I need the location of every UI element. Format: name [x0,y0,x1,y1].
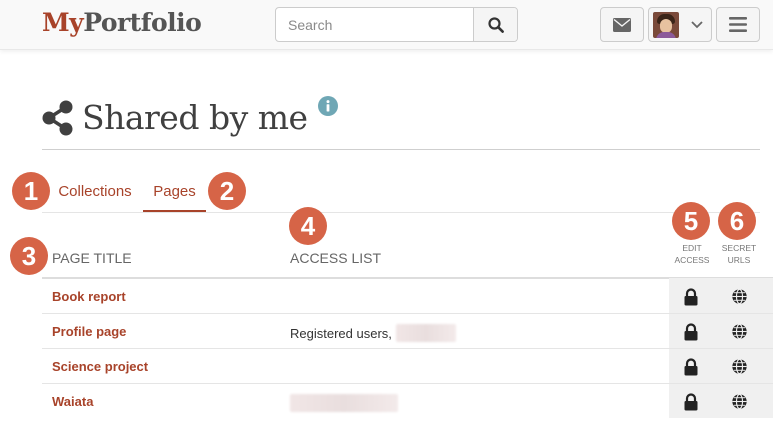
globe-icon[interactable] [731,358,748,375]
table-row: Waiata [42,384,773,419]
callout-badge-4: 4 [289,207,327,245]
column-header-access-list: Access list [290,250,382,266]
table-row: Profile page Registered users, [42,314,773,349]
page-link[interactable]: Waiata [52,394,93,409]
page-link[interactable]: Science project [52,359,148,374]
share-icon [42,100,73,135]
page-heading: Shared by me [42,95,308,140]
page-link[interactable]: Book report [52,289,126,304]
search-input[interactable] [276,8,474,41]
hamburger-icon [729,17,747,32]
callout-badge-1: 1 [12,172,50,210]
site-logo[interactable]: MyPortfolio [42,8,202,37]
main-menu-button[interactable] [716,7,760,42]
callout-badge-6: 6 [718,202,756,240]
search-button[interactable] [473,8,517,41]
globe-icon[interactable] [731,288,748,305]
lock-icon[interactable] [683,288,699,306]
column-header-edit-access: Edit access [674,243,710,265]
search-box [275,7,518,42]
table-row: Book report [42,279,773,314]
lock-icon[interactable] [683,393,699,411]
redacted-name [395,324,456,342]
avatar [653,11,679,38]
tabs-divider [42,212,760,213]
tab-collections[interactable]: Collections [47,176,143,212]
lock-icon[interactable] [683,358,699,376]
access-list-cell [290,394,398,412]
envelope-icon [613,17,631,32]
redacted-name [290,394,398,412]
callout-badge-3: 3 [10,237,48,275]
page-title: Shared by me [82,98,308,137]
tab-pages[interactable]: Pages [143,176,206,212]
column-header-secret-urls: Secret URLs [721,243,757,265]
access-list-cell: Registered users, [290,324,456,342]
table-row: Science project [42,349,773,384]
user-menu-button[interactable] [648,7,712,42]
search-icon [487,16,504,33]
globe-icon[interactable] [731,323,748,340]
callout-badge-5: 5 [672,202,710,240]
inbox-button[interactable] [600,7,644,42]
info-icon[interactable] [318,96,338,116]
lock-icon[interactable] [683,323,699,341]
chevron-down-icon [691,20,703,28]
page-link[interactable]: Profile page [52,324,126,339]
callout-badge-2: 2 [208,172,246,210]
title-divider [42,149,760,150]
globe-icon[interactable] [731,393,748,410]
site-header: MyPortfolio [0,0,773,50]
column-header-page-title: Page title [52,250,132,266]
